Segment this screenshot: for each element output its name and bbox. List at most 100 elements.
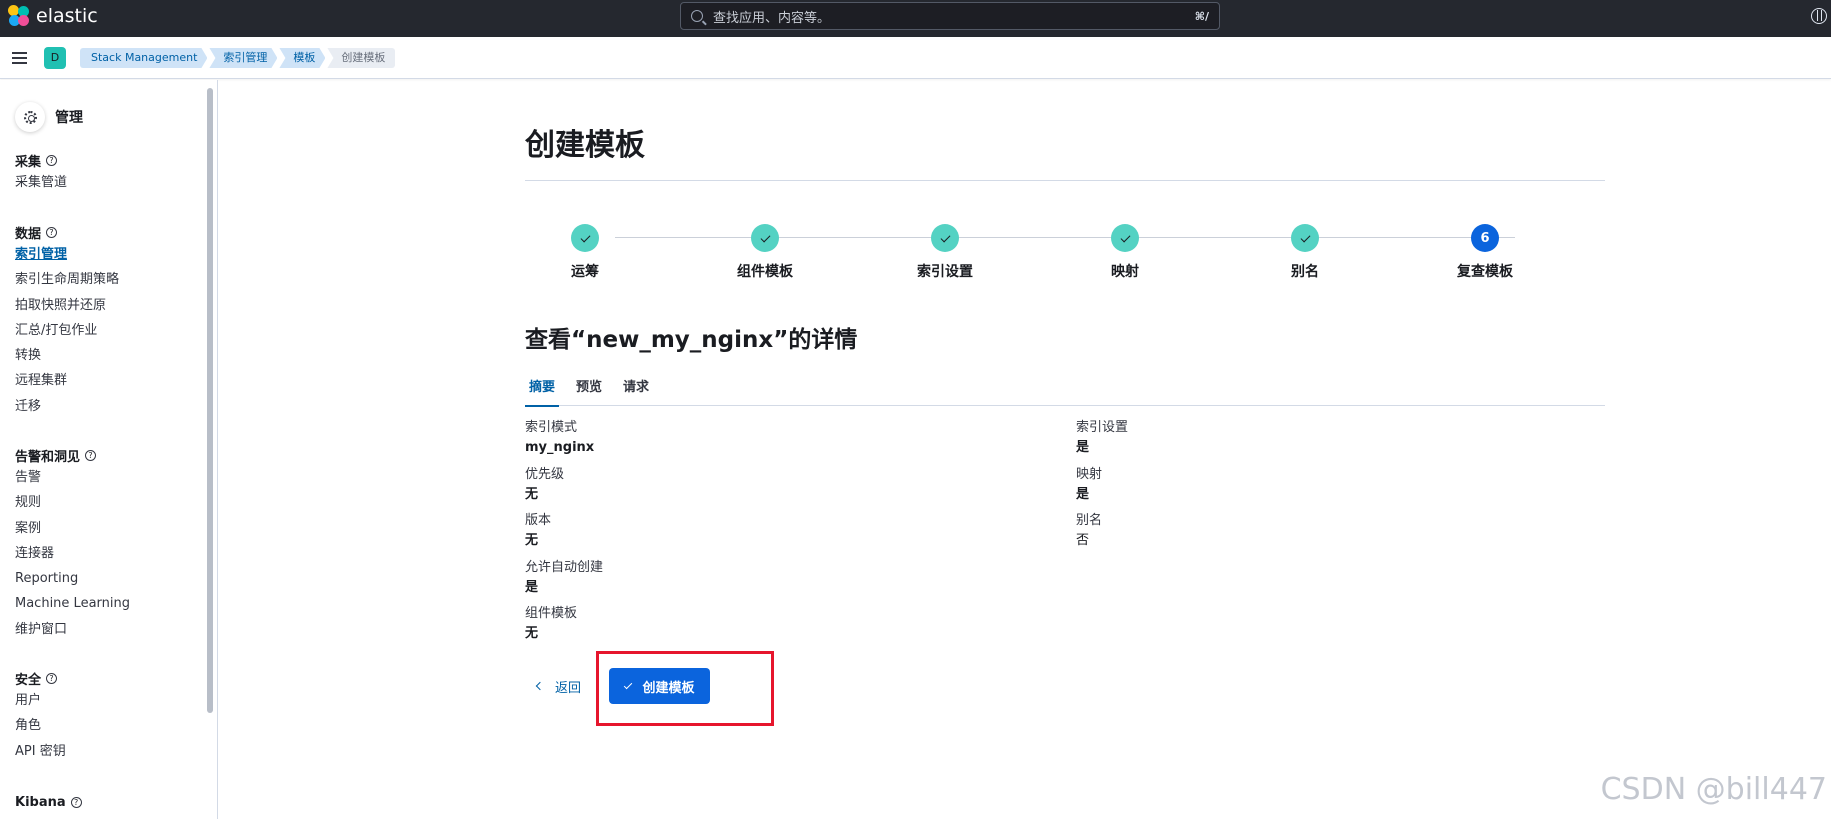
hamburger-menu-icon[interactable]: [12, 52, 27, 64]
question-icon[interactable]: ?: [46, 672, 58, 684]
sidebar-item-index-management[interactable]: 索引管理: [15, 242, 119, 267]
brand-name: elastic: [36, 5, 98, 27]
management-sidebar: 管理 采集? 采集管道 数据? 索引管理 索引生命周期策略 拍取快照并还原 汇总…: [0, 80, 218, 819]
question-icon[interactable]: ?: [85, 449, 97, 461]
nav-group-title: 安全: [15, 672, 42, 688]
back-button-label: 返回: [555, 680, 582, 696]
check-icon: [760, 232, 770, 242]
watermark: CSDN @bill447: [1600, 772, 1827, 807]
detail-tabs: 摘要 预览 请求: [525, 376, 1605, 407]
sidebar-item-snapshot-restore[interactable]: 拍取快照并还原: [15, 293, 119, 318]
nav-group-alerts-insights: 告警和洞见? 告警 规则 案例 连接器 Reporting Machine Le…: [15, 445, 130, 642]
check-icon: [580, 232, 590, 242]
step-aliases[interactable]: 别名: [1245, 224, 1365, 281]
management-gear-icon: [15, 102, 45, 132]
step-label: 别名: [1291, 264, 1319, 280]
elastic-logo-icon: [8, 5, 30, 27]
step-mappings[interactable]: 映射: [1065, 224, 1185, 281]
question-icon[interactable]: ?: [46, 154, 58, 166]
question-icon[interactable]: ?: [46, 226, 58, 238]
back-button[interactable]: 返回: [533, 668, 581, 704]
field-label: 索引设置: [1076, 420, 1129, 435]
sidebar-item-transforms[interactable]: 转换: [15, 343, 119, 368]
sidebar-item-rules[interactable]: 规则: [15, 490, 130, 515]
summary-field-priority: 优先级 无: [525, 465, 603, 512]
nav-group-kibana: Kibana?: [15, 792, 82, 812]
check-icon: [1120, 232, 1130, 242]
step-complete-indicator: [1291, 224, 1319, 252]
question-icon[interactable]: ?: [70, 796, 82, 808]
tab-summary[interactable]: 摘要: [525, 376, 560, 407]
breadcrumb-stack-management[interactable]: Stack Management: [80, 48, 207, 68]
breadcrumb-create-template: 创建模板: [327, 48, 396, 68]
nav-group-title: 告警和洞见: [15, 449, 81, 465]
search-shortcut: ⌘/: [1194, 9, 1209, 23]
page-title: 创建模板: [525, 128, 645, 163]
check-icon: [940, 232, 950, 242]
top-header: elastic 查找应用、内容等。 ⌘/: [0, 0, 1831, 37]
sidebar-item-api-keys[interactable]: API 密钥: [15, 739, 66, 764]
sidebar-scrollbar[interactable]: [207, 88, 213, 713]
nav-group-ingest: 采集? 采集管道: [15, 150, 67, 195]
summary-field-index-settings: 索引设置 是: [1076, 418, 1128, 465]
summary-left-column: 索引模式 my_nginx 优先级 无 版本 无 允许自动创建 是 组件模板 无: [525, 418, 603, 651]
sidebar-item-roles[interactable]: 角色: [15, 713, 66, 738]
sidebar-item-machine-learning[interactable]: Machine Learning: [15, 591, 130, 616]
breadcrumb: Stack Management 索引管理 模板 创建模板: [80, 48, 397, 68]
summary-field-allow-auto-create: 允许自动创建 是: [525, 558, 603, 605]
sidebar-item-cases[interactable]: 案例: [15, 516, 130, 541]
step-label: 映射: [1111, 264, 1139, 280]
field-value: my_nginx: [525, 440, 595, 455]
tab-request[interactable]: 请求: [619, 376, 653, 406]
chevron-left-icon: [535, 681, 545, 691]
step-label: 复查模板: [1457, 264, 1513, 280]
field-label: 允许自动创建: [525, 559, 604, 575]
sidebar-item-ilm-policies[interactable]: 索引生命周期策略: [15, 267, 119, 292]
sidebar-item-connectors[interactable]: 连接器: [15, 541, 130, 566]
sidebar-item-reporting[interactable]: Reporting: [15, 566, 130, 591]
help-menu-icon[interactable]: [1811, 8, 1827, 24]
sidebar-item-migrate[interactable]: 迁移: [15, 394, 119, 419]
summary-right-column: 索引设置 是 映射 是 别名 否: [1076, 418, 1128, 558]
step-review-template[interactable]: 6 复查模板: [1425, 224, 1545, 281]
field-value: 是: [1076, 440, 1090, 455]
field-label: 别名: [1076, 513, 1103, 529]
field-value: 否: [1076, 533, 1090, 549]
sidebar-item-rollup-jobs[interactable]: 汇总/打包作业: [15, 318, 119, 343]
tab-preview[interactable]: 预览: [572, 376, 606, 406]
field-label: 索引模式: [525, 420, 578, 435]
sidebar-item-remote-clusters[interactable]: 远程集群: [15, 368, 119, 393]
step-index-settings[interactable]: 索引设置: [885, 224, 1005, 281]
sidebar-item-users[interactable]: 用户: [15, 688, 66, 713]
space-avatar[interactable]: D: [44, 47, 66, 69]
field-value: 无: [525, 626, 539, 642]
sidebar-item-alerts[interactable]: 告警: [15, 465, 130, 490]
field-value: 是: [525, 579, 539, 595]
step-label: 运筹: [571, 264, 599, 280]
field-label: 版本: [525, 513, 552, 529]
sidebar-item-maintenance-windows[interactable]: 维护窗口: [15, 617, 130, 642]
step-logistics[interactable]: 运筹: [525, 224, 645, 281]
summary-field-index-patterns: 索引模式 my_nginx: [525, 418, 603, 465]
sidebar-header: 管理: [15, 102, 83, 132]
field-value: 无: [525, 533, 539, 549]
sidebar-item-ingest-pipelines[interactable]: 采集管道: [15, 170, 67, 195]
field-value: 无: [525, 486, 539, 502]
global-search[interactable]: 查找应用、内容等。 ⌘/: [680, 2, 1220, 30]
breadcrumb-index-management[interactable]: 索引管理: [209, 48, 277, 68]
secondary-header: D Stack Management 索引管理 模板 创建模板: [0, 37, 1831, 79]
nav-group-title: Kibana: [15, 794, 66, 810]
breadcrumb-templates[interactable]: 模板: [279, 48, 325, 68]
step-complete-indicator: [1111, 224, 1139, 252]
nav-group-title: 数据: [15, 226, 42, 242]
nav-group-data: 数据? 索引管理 索引生命周期策略 拍取快照并还原 汇总/打包作业 转换 远程集…: [15, 222, 119, 419]
field-label: 组件模板: [525, 606, 578, 622]
nav-group-security: 安全? 用户 角色 API 密钥: [15, 668, 66, 764]
search-icon: [691, 10, 703, 22]
step-complete-indicator: [751, 224, 779, 252]
summary-field-mappings: 映射 是: [1076, 465, 1128, 512]
step-component-templates[interactable]: 组件模板: [705, 224, 825, 281]
field-label: 映射: [1076, 466, 1103, 482]
field-value: 是: [1076, 486, 1090, 502]
elastic-logo[interactable]: elastic: [8, 5, 98, 27]
